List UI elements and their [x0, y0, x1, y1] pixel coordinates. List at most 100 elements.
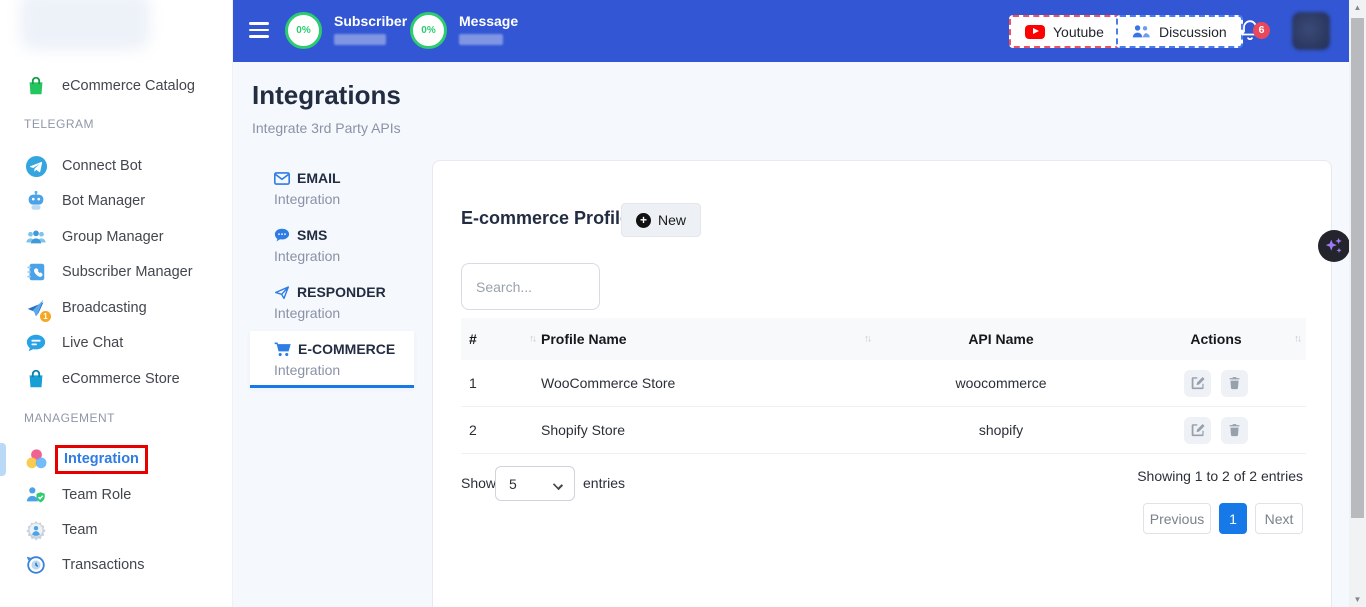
sidebar-item-ecommerce-catalog[interactable]: eCommerce Catalog — [0, 69, 233, 103]
cell-actions — [1126, 370, 1306, 397]
table-row: 1 WooCommerce Store woocommerce — [461, 360, 1306, 407]
trash-icon — [1228, 376, 1241, 390]
sidebar-item-live-chat[interactable]: Live Chat — [0, 326, 233, 360]
sidebar-item-subscriber-manager[interactable]: Subscriber Manager — [0, 255, 233, 289]
cell-profile-name: WooCommerce Store — [541, 375, 876, 391]
sidebar-item-label: Team Role — [62, 487, 131, 503]
delete-button[interactable] — [1221, 370, 1248, 397]
cell-profile-name: Shopify Store — [541, 422, 876, 438]
main-content: Integrations Integrate 3rd Party APIs EM… — [233, 62, 1349, 607]
sort-icon[interactable]: ↑↓ — [529, 334, 535, 345]
sidebar-item-integration[interactable]: Integration — [0, 442, 233, 476]
subnav-item-subtitle: Integration — [274, 360, 414, 380]
user-avatar[interactable] — [1292, 12, 1330, 50]
pagination: Previous 1 Next — [1143, 503, 1303, 534]
sidebar-item-team[interactable]: Team — [0, 513, 233, 547]
subscriber-stat: 0% Subscriber — [285, 12, 407, 49]
edit-pencil-icon — [1191, 376, 1205, 390]
subnav-item-title: EMAIL — [297, 170, 341, 186]
page-subtitle: Integrate 3rd Party APIs — [252, 120, 401, 136]
new-profile-button[interactable]: + New — [621, 203, 701, 237]
subnav-item-subtitle: Integration — [274, 246, 414, 266]
subnav-item-responder[interactable]: RESPONDER Integration — [250, 274, 414, 331]
sidebar-item-connect-bot[interactable]: Connect Bot — [0, 149, 233, 183]
robot-icon — [24, 189, 48, 213]
subnav-item-email[interactable]: EMAIL Integration — [250, 160, 414, 217]
table-row: 2 Shopify Store shopify — [461, 407, 1306, 454]
cart-icon — [274, 342, 291, 357]
store-bag-icon — [24, 367, 48, 391]
sort-icon[interactable]: ↑↓ — [864, 334, 870, 345]
sidebar-item-label: Integration — [64, 451, 139, 467]
delete-button[interactable] — [1221, 417, 1248, 444]
sort-icon[interactable]: ↑↓ — [1294, 334, 1300, 345]
page-size-select[interactable]: 5 — [495, 466, 575, 501]
broadcast-icon: 1 — [24, 296, 48, 320]
sidebar-item-team-role[interactable]: Team Role — [0, 478, 233, 512]
redacted-value — [459, 34, 503, 45]
entries-label: entries — [583, 475, 625, 491]
next-page-button[interactable]: Next — [1255, 503, 1303, 534]
team-role-icon — [24, 483, 48, 507]
sidebar-item-transactions[interactable]: Transactions — [0, 548, 233, 582]
sidebar-item-group-manager[interactable]: Group Manager — [0, 220, 233, 254]
youtube-button[interactable]: Youtube — [1009, 15, 1120, 48]
subnav-item-ecommerce[interactable]: E-COMMERCE Integration — [250, 331, 414, 388]
sidebar: eCommerce Catalog TELEGRAM Connect Bot B… — [0, 0, 233, 607]
discussion-button[interactable]: Discussion — [1116, 15, 1243, 48]
plus-icon: + — [636, 213, 651, 228]
sidebar-item-ecommerce-store[interactable]: eCommerce Store — [0, 362, 233, 396]
sidebar-item-label: Subscriber Manager — [62, 264, 193, 280]
contact-book-icon — [24, 260, 48, 284]
search-input[interactable] — [461, 263, 600, 310]
subscriber-stat-label: Subscriber — [334, 13, 407, 29]
message-stat: 0% Message — [410, 12, 518, 49]
panel-heading: E-commerce Profile — [461, 208, 630, 229]
table-header-row: # ↑↓ Profile Name ↑↓ API Name Actions ↑↓ — [461, 318, 1306, 360]
broadcasting-badge: 1 — [40, 311, 51, 322]
new-button-label: New — [658, 212, 686, 228]
sidebar-item-label: Bot Manager — [62, 193, 145, 209]
previous-page-button[interactable]: Previous — [1143, 503, 1211, 534]
notifications-button[interactable]: 6 — [1238, 18, 1268, 48]
message-stat-label: Message — [459, 13, 518, 29]
column-header-num: # ↑↓ — [461, 331, 541, 347]
column-header-profile-name: Profile Name ↑↓ — [541, 331, 876, 347]
telegram-icon — [24, 154, 48, 178]
current-page-button[interactable]: 1 — [1219, 503, 1247, 534]
cell-num: 1 — [461, 375, 541, 391]
sidebar-item-label: eCommerce Store — [62, 371, 180, 387]
subnav-item-sms[interactable]: SMS Integration — [250, 217, 414, 274]
column-header-actions: Actions ↑↓ — [1126, 331, 1306, 347]
ecommerce-profile-card: E-commerce Profile + New # ↑↓ Profile Na… — [432, 160, 1332, 607]
cell-api-name: shopify — [876, 422, 1126, 438]
scroll-up-arrow-icon[interactable]: ▲ — [1349, 3, 1366, 12]
vertical-scrollbar[interactable]: ▲ ▼ — [1349, 0, 1366, 607]
scrollbar-thumb[interactable] — [1351, 18, 1364, 518]
sidebar-item-label: Broadcasting — [62, 300, 147, 316]
edit-button[interactable] — [1184, 370, 1211, 397]
annotation-highlight-box: Integration — [55, 445, 148, 474]
sidebar-item-label: Live Chat — [62, 335, 123, 351]
scroll-down-arrow-icon[interactable]: ▼ — [1349, 595, 1366, 604]
ai-assistant-button[interactable] — [1318, 230, 1350, 262]
edit-button[interactable] — [1184, 417, 1211, 444]
sidebar-item-label: eCommerce Catalog — [62, 78, 195, 94]
integration-subnav: EMAIL Integration SMS Integration RESPON… — [250, 160, 414, 388]
cell-num: 2 — [461, 422, 541, 438]
sidebar-item-bot-manager[interactable]: Bot Manager — [0, 184, 233, 218]
youtube-icon — [1025, 25, 1045, 39]
redacted-value — [334, 34, 386, 45]
sparkles-icon — [1323, 235, 1345, 257]
chevron-down-icon — [553, 480, 563, 490]
team-gear-icon — [24, 518, 48, 542]
column-header-api-name: API Name — [876, 331, 1126, 347]
sidebar-item-label: Connect Bot — [62, 158, 142, 174]
app-logo — [20, 0, 150, 50]
group-icon — [24, 225, 48, 249]
sidebar-item-broadcasting[interactable]: 1 Broadcasting — [0, 291, 233, 325]
profiles-table: # ↑↓ Profile Name ↑↓ API Name Actions ↑↓… — [461, 318, 1306, 454]
subscriber-progress-ring: 0% — [285, 12, 322, 49]
message-progress-ring: 0% — [410, 12, 447, 49]
hamburger-menu-icon[interactable] — [249, 22, 271, 40]
